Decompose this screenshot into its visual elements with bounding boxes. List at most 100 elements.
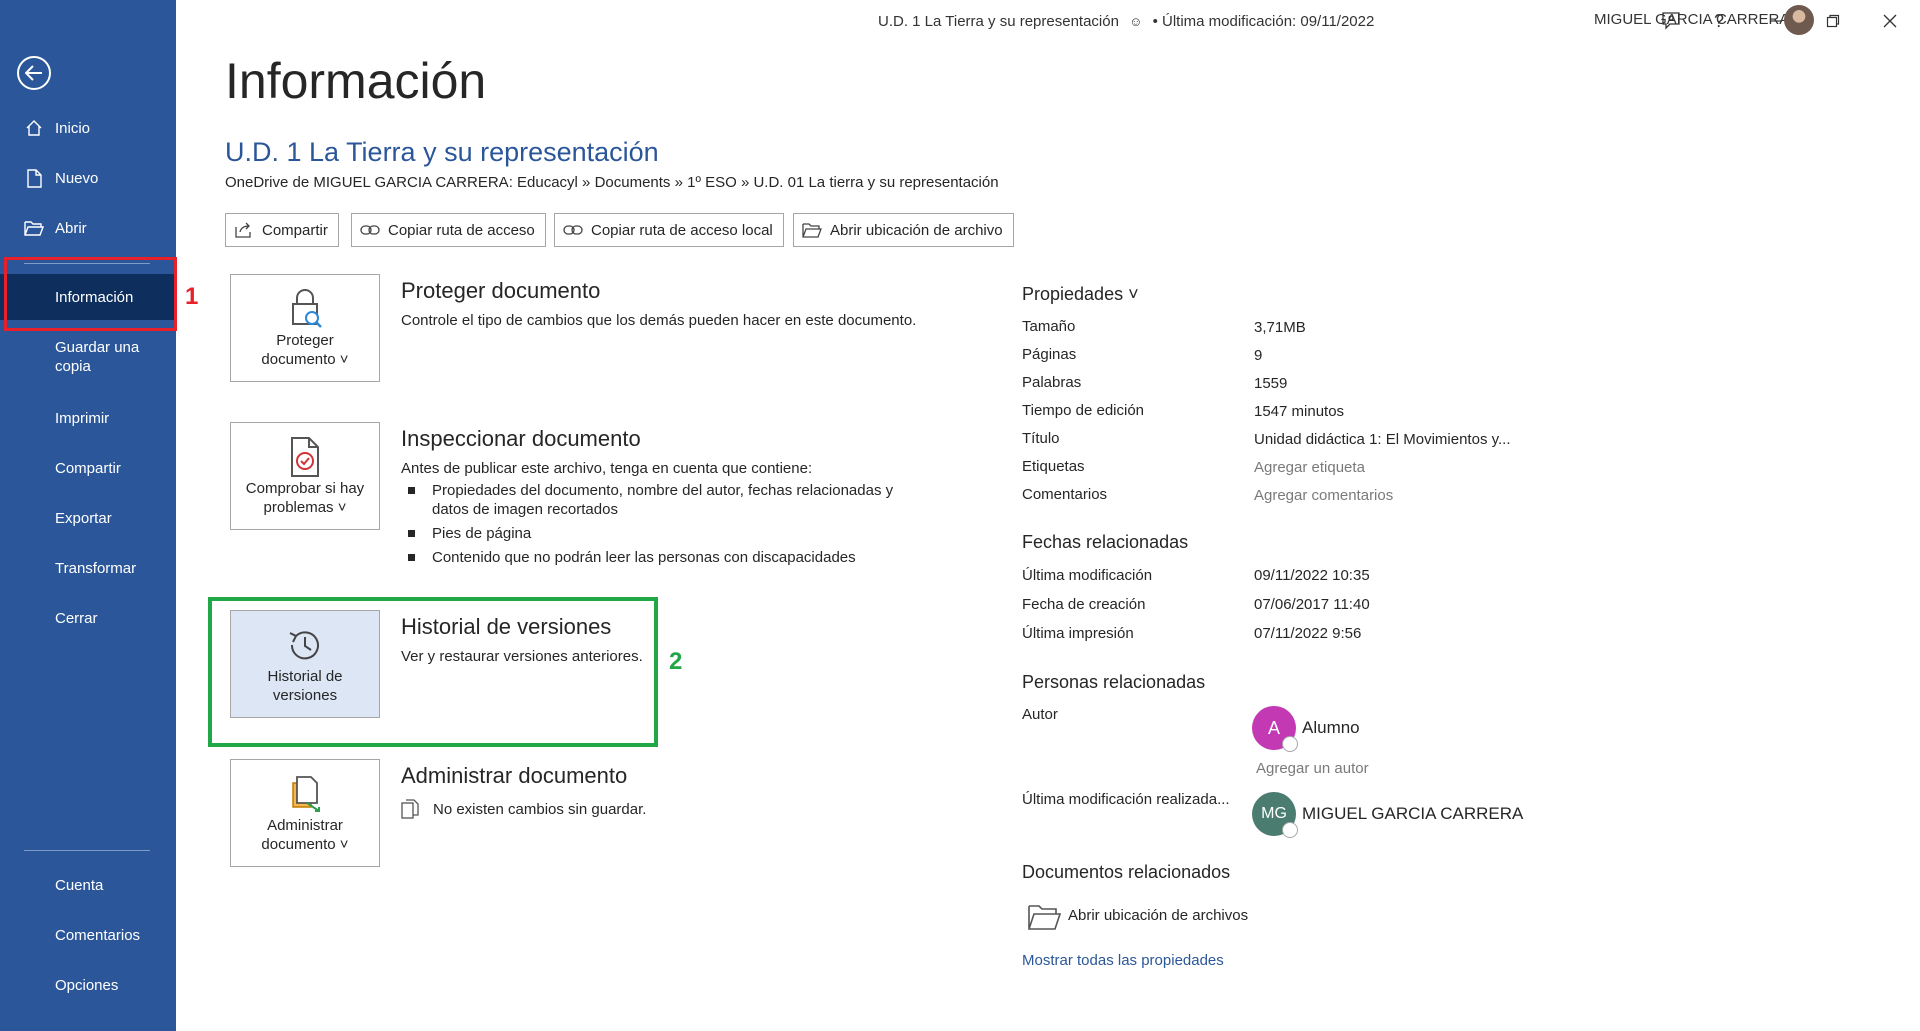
sidebar-item-label: Inicio: [55, 119, 91, 137]
document-icon: [401, 799, 419, 819]
avatar: MG: [1252, 792, 1298, 838]
check-issues-button[interactable]: Comprobar si hay problemas ˅: [230, 422, 380, 530]
sidebar-item-compartir[interactable]: Compartir: [0, 458, 176, 478]
copy-local-path-button[interactable]: Copiar ruta de acceso local: [554, 213, 784, 247]
last-printed-value: 07/11/2022 9:56: [1254, 625, 1362, 642]
inspect-description: Antes de publicar este archivo, tenga en…: [401, 460, 813, 477]
manage-heading: Administrar documento: [401, 763, 628, 788]
last-modified-value: 09/11/2022 10:35: [1254, 567, 1370, 584]
page-title: Información: [225, 53, 487, 109]
sidebar-item-label: Opciones: [55, 976, 119, 994]
sidebar-item-transformar[interactable]: Transformar: [0, 558, 176, 578]
list-item: Pies de página: [408, 524, 928, 543]
prop-edit-time-value: 1547 minutos: [1254, 403, 1345, 420]
sidebar-item-nuevo[interactable]: Nuevo: [0, 168, 176, 188]
last-modified-by-label: Última modificación realizada...: [1022, 791, 1230, 808]
help-icon[interactable]: ?: [1706, 8, 1732, 34]
last-modified-label: Última modificación: [1022, 567, 1153, 584]
related-people-heading: Personas relacionadas: [1022, 672, 1206, 692]
manage-status: No existen cambios sin guardar.: [401, 799, 646, 819]
sidebar-item-label: Cuenta: [55, 876, 104, 894]
sidebar-item-label: Cerrar: [55, 609, 98, 627]
sidebar-item-opciones[interactable]: Opciones: [0, 975, 176, 995]
history-icon: [283, 623, 327, 667]
user-name: MIGUEL GARCIA CARRERA: [1594, 11, 1790, 28]
sidebar-item-label: Transformar: [55, 559, 137, 577]
sidebar-item-label: Compartir: [55, 459, 121, 477]
last-printed-label: Última impresión: [1022, 625, 1134, 642]
created-value: 07/06/2017 11:40: [1254, 596, 1370, 613]
prop-words-value: 1559: [1254, 375, 1288, 392]
annotation-number-1: 1: [185, 283, 199, 310]
folder-icon: [802, 221, 822, 239]
sidebar-item-abrir[interactable]: Abrir: [0, 218, 176, 238]
people-icon: ☺: [1129, 14, 1143, 29]
sidebar-item-label: Nuevo: [55, 169, 99, 187]
sidebar-item-inicio[interactable]: Inicio: [0, 118, 176, 138]
sidebar-item-exportar[interactable]: Exportar: [0, 508, 176, 528]
restore-icon[interactable]: [1820, 8, 1846, 34]
protect-heading: Proteger documento: [401, 278, 601, 303]
related-documents-heading: Documentos relacionados: [1022, 862, 1231, 882]
home-icon: [24, 118, 44, 138]
breadcrumb: OneDrive de MIGUEL GARCIA CARRERA: Educa…: [225, 174, 999, 191]
prop-size-value: 3,71MB: [1254, 319, 1306, 336]
protect-document-button[interactable]: Proteger documento ˅: [230, 274, 380, 382]
window-doc-title: U.D. 1 La Tierra y su representación ☺ •…: [878, 13, 1375, 30]
annotation-number-2: 2: [669, 648, 683, 675]
sidebar-item-label: Imprimir: [55, 409, 110, 427]
prop-pages-value: 9: [1254, 347, 1263, 364]
backstage-sidebar: Inicio Nuevo Abrir Información Guardar u…: [0, 0, 176, 1031]
folder-icon: [24, 218, 44, 238]
sidebar-item-imprimir[interactable]: Imprimir: [0, 408, 176, 428]
add-author-link[interactable]: Agregar un autor: [1256, 760, 1369, 777]
copy-path-button[interactable]: Copiar ruta de acceso: [351, 213, 546, 247]
sidebar-item-cuenta[interactable]: Cuenta: [0, 875, 176, 895]
link-icon: [360, 221, 380, 239]
history-description: Ver y restaurar versiones anteriores.: [401, 648, 643, 665]
back-arrow-icon[interactable]: [17, 56, 51, 90]
list-item: Propiedades del documento, nombre del au…: [408, 481, 928, 519]
prop-size-label: Tamaño: [1022, 318, 1076, 335]
sidebar-divider: [24, 850, 150, 851]
protect-description: Controle el tipo de cambios que los demá…: [401, 312, 917, 329]
folder-open-icon: [1026, 898, 1062, 932]
sidebar-item-label: Guardar una copia: [55, 339, 140, 375]
inspect-heading: Inspeccionar documento: [401, 426, 641, 451]
avatar: A: [1252, 706, 1298, 752]
created-label: Fecha de creación: [1022, 596, 1146, 613]
feedback-icon[interactable]: [1658, 8, 1684, 34]
prop-pages-label: Páginas: [1022, 346, 1077, 363]
add-comments-field[interactable]: Agregar comentarios: [1254, 487, 1393, 504]
manage-document-button[interactable]: Administrar documento ˅: [230, 759, 380, 867]
close-icon[interactable]: [1877, 8, 1903, 34]
sidebar-item-label: Abrir: [55, 219, 87, 237]
prop-edit-time-label: Tiempo de edición: [1022, 402, 1145, 419]
lock-icon: [283, 287, 327, 331]
inspect-document-icon: [283, 435, 327, 479]
title-bar: U.D. 1 La Tierra y su representación ☺ •…: [176, 0, 1920, 42]
prop-title-value[interactable]: Unidad didáctica 1: El Movimientos y...: [1254, 431, 1511, 448]
last-modified-by-person[interactable]: MG MIGUEL GARCIA CARRERA: [1252, 792, 1523, 838]
sidebar-item-cerrar[interactable]: Cerrar: [0, 608, 176, 628]
link-icon: [563, 221, 583, 239]
list-item: Contenido que no podrán leer las persona…: [408, 548, 928, 567]
document-title[interactable]: U.D. 1 La Tierra y su representación: [225, 137, 659, 168]
add-tag-field[interactable]: Agregar etiqueta: [1254, 459, 1365, 476]
version-history-button[interactable]: Historial de versiones: [230, 610, 380, 718]
author-person[interactable]: A Alumno: [1252, 706, 1360, 752]
share-icon: [234, 221, 254, 239]
properties-dropdown[interactable]: Propiedades ˅: [1022, 284, 1139, 305]
prop-comments-label: Comentarios: [1022, 486, 1108, 503]
sidebar-item-comentarios[interactable]: Comentarios: [0, 925, 176, 945]
open-file-location-button[interactable]: Abrir ubicación de archivo: [793, 213, 1014, 247]
history-heading: Historial de versiones: [401, 614, 612, 639]
sidebar-item-guardar-copia[interactable]: Guardar una copia: [0, 337, 176, 377]
minimize-icon[interactable]: [1763, 8, 1789, 34]
share-button[interactable]: Compartir: [225, 213, 339, 247]
inspect-issues-list: Propiedades del documento, nombre del au…: [408, 481, 928, 572]
sidebar-item-label: Comentarios: [55, 926, 141, 944]
open-file-location-link[interactable]: Abrir ubicación de archivos: [1026, 898, 1248, 932]
annotation-box-red: [4, 257, 177, 331]
show-all-properties-link[interactable]: Mostrar todas las propiedades: [1022, 952, 1224, 969]
